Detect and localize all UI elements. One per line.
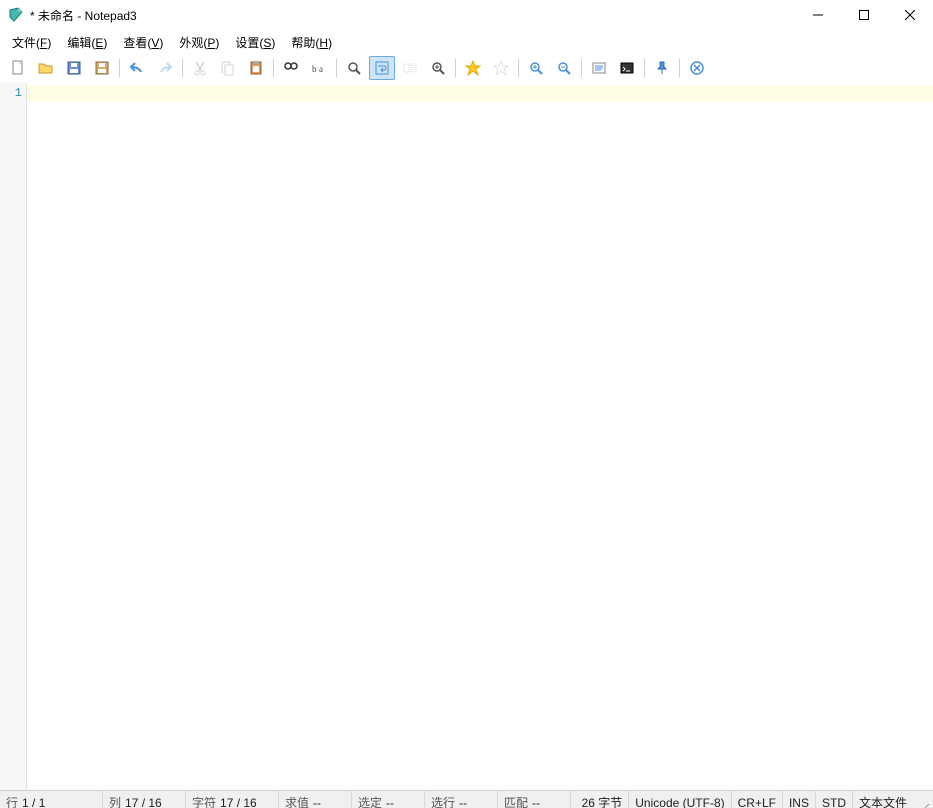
line-number: 1 <box>0 85 26 101</box>
line-number-gutter: 1 <box>0 83 27 790</box>
status-eol[interactable]: CR+LF <box>732 791 783 808</box>
toolbar-separator <box>182 59 183 77</box>
app-icon <box>8 7 24 23</box>
text-editor[interactable] <box>27 83 933 790</box>
redo-icon[interactable] <box>152 56 178 80</box>
current-line-highlight <box>27 85 933 101</box>
resize-grip[interactable] <box>913 789 933 808</box>
status-encoding[interactable]: Unicode (UTF-8) <box>629 791 731 808</box>
zoom-out-icon[interactable] <box>551 56 577 80</box>
status-line[interactable]: 行1 / 1 <box>0 791 103 808</box>
zoom-in-icon[interactable] <box>523 56 549 80</box>
scheme-icon[interactable] <box>586 56 612 80</box>
undo-icon[interactable] <box>124 56 150 80</box>
status-selection[interactable]: 选定-- <box>352 791 425 808</box>
menu-appearance[interactable]: 外观(P) <box>171 32 227 53</box>
save-icon[interactable] <box>61 56 87 80</box>
window-title: * 未命名 - Notepad3 <box>30 7 137 24</box>
save-as-icon[interactable] <box>89 56 115 80</box>
status-bar: 行1 / 1 列17 / 16 字符17 / 16 求值-- 选定-- 选行--… <box>0 790 933 808</box>
minimize-button[interactable] <box>795 0 841 30</box>
word-wrap-icon[interactable] <box>369 56 395 80</box>
status-match[interactable]: 匹配-- <box>498 791 571 808</box>
svg-text:a: a <box>319 64 323 74</box>
new-file-icon[interactable] <box>5 56 31 80</box>
paste-icon[interactable] <box>243 56 269 80</box>
replace-icon[interactable]: ba <box>306 56 332 80</box>
console-icon[interactable] <box>614 56 640 80</box>
status-char[interactable]: 字符17 / 16 <box>186 791 279 808</box>
toolbar: ba <box>0 53 933 83</box>
show-whitespace-icon[interactable] <box>397 56 423 80</box>
toolbar-separator <box>679 59 680 77</box>
cut-icon[interactable] <box>187 56 213 80</box>
find-icon[interactable] <box>278 56 304 80</box>
add-favorite-icon[interactable] <box>488 56 514 80</box>
zoom-icon[interactable] <box>341 56 367 80</box>
menu-help[interactable]: 帮助(H) <box>283 32 340 53</box>
open-file-icon[interactable] <box>33 56 59 80</box>
title-bar: * 未命名 - Notepad3 <box>0 0 933 31</box>
status-bytes[interactable]: 26 字节 <box>571 791 629 808</box>
toolbar-separator <box>644 59 645 77</box>
toolbar-separator <box>336 59 337 77</box>
toolbar-separator <box>581 59 582 77</box>
svg-text:b: b <box>312 64 317 74</box>
status-value[interactable]: 求值-- <box>279 791 352 808</box>
status-insert-mode[interactable]: INS <box>783 791 816 808</box>
menu-view[interactable]: 查看(V) <box>115 32 171 53</box>
status-filetype[interactable]: 文本文件 <box>853 791 913 808</box>
menu-file[interactable]: 文件(F) <box>4 32 59 53</box>
toolbar-separator <box>119 59 120 77</box>
pin-icon[interactable] <box>649 56 675 80</box>
favorite-icon[interactable] <box>460 56 486 80</box>
maximize-button[interactable] <box>841 0 887 30</box>
status-column[interactable]: 列17 / 16 <box>103 791 186 808</box>
toolbar-separator <box>518 59 519 77</box>
status-std[interactable]: STD <box>816 791 853 808</box>
menu-settings[interactable]: 设置(S) <box>227 32 283 53</box>
toolbar-separator <box>273 59 274 77</box>
editor-area: 1 <box>0 83 933 790</box>
menu-bar: 文件(F) 编辑(E) 查看(V) 外观(P) 设置(S) 帮助(H) <box>0 31 933 53</box>
clear-icon[interactable] <box>684 56 710 80</box>
menu-edit[interactable]: 编辑(E) <box>59 32 115 53</box>
copy-icon[interactable] <box>215 56 241 80</box>
line-numbers-icon[interactable] <box>425 56 451 80</box>
status-sel-lines[interactable]: 选行-- <box>425 791 498 808</box>
toolbar-separator <box>455 59 456 77</box>
close-button[interactable] <box>887 0 933 30</box>
